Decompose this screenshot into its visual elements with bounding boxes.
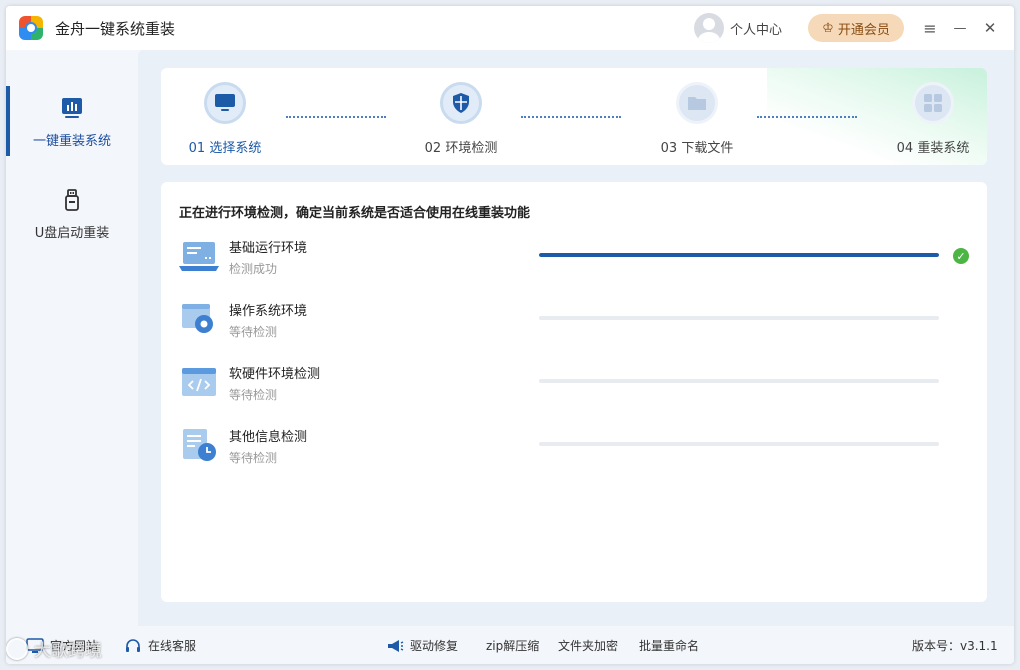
monitor-icon: [215, 94, 235, 111]
sidebar-item-usb-reinstall[interactable]: U盘启动重装: [6, 184, 138, 254]
window-gear-icon: [182, 304, 213, 333]
app-logo-icon: [19, 16, 43, 40]
folder-encrypt-label: 文件夹加密: [558, 639, 619, 653]
watermark-text: 大歌跨境: [34, 641, 102, 661]
zip-tool-link[interactable]: zip解压缩: [486, 637, 539, 654]
check-item-status: 等待检测: [229, 388, 278, 402]
minimize-icon[interactable]: —: [948, 16, 972, 40]
step-env-check: 02 环境检测: [411, 82, 511, 156]
check-title: 正在进行环境检测，确定当前系统是否适合使用在线重装功能: [179, 206, 531, 221]
check-item-status: 等待检测: [229, 451, 278, 465]
check-item-status: 等待检测: [229, 325, 278, 339]
check-item-name: 操作系统环境: [229, 304, 308, 319]
step-circle: [204, 82, 246, 124]
step-connector: [757, 116, 857, 118]
document-clock-icon: [183, 429, 216, 461]
laptop-icon: [179, 242, 219, 271]
driver-repair-label: 驱动修复: [410, 639, 459, 653]
check-item-name: 软硬件环境检测: [229, 367, 321, 382]
online-support-label: 在线客服: [148, 639, 197, 653]
watermark-logo-icon: [6, 637, 28, 660]
step-label: 02 环境检测: [424, 141, 498, 156]
step-connector: [286, 116, 386, 118]
code-window-icon: [182, 368, 216, 396]
shield-icon: [453, 93, 469, 113]
step-reinstall-system: 04 重装系统: [883, 82, 983, 156]
step-label: 04 重装系统: [896, 141, 970, 156]
check-item-name: 其他信息检测: [229, 430, 308, 445]
sidebar: 一键重装系统 U盘启动重装: [6, 50, 138, 664]
step-label: 01 选择系统: [188, 141, 262, 156]
step-select-system: 01 选择系统: [175, 82, 275, 156]
check-success-icon: ✓: [953, 248, 969, 264]
step-label: 03 下载文件: [660, 141, 734, 156]
windows-icon: [924, 94, 942, 112]
online-support-link[interactable]: 在线客服: [124, 637, 196, 654]
step-circle: [440, 82, 482, 124]
monitor-chart-icon: [62, 98, 82, 118]
step-circle: [912, 82, 954, 124]
check-item-name: 基础运行环境: [229, 241, 308, 256]
steps-progress: 01 选择系统 02 环境检测 03 下载文件 04 重装系统: [161, 68, 987, 165]
step-connector: [521, 116, 621, 118]
check-item-basic-env: 基础运行环境 检测成功 ✓: [179, 237, 979, 287]
watermark: 大歌跨境: [6, 636, 102, 661]
step-circle: [676, 82, 718, 124]
megaphone-icon: [388, 639, 404, 652]
footer-bar: 官方网站 在线客服 驱动修复 zip解压缩 文件夹加密 批量重命名 版本号：v3…: [6, 626, 1014, 664]
batch-rename-label: 批量重命名: [639, 639, 700, 653]
check-item-other-info: 其他信息检测 等待检测: [179, 426, 979, 476]
progress-bar: [539, 253, 939, 257]
close-icon[interactable]: ✕: [978, 16, 1002, 40]
menu-icon[interactable]: ≡: [918, 16, 942, 40]
crown-icon: ♔: [822, 20, 834, 36]
zip-tool-label: zip解压缩: [486, 639, 540, 653]
check-item-hardware-software: 软硬件环境检测 等待检测: [179, 363, 979, 413]
check-item-status: 检测成功: [229, 262, 278, 276]
progress-bar: [539, 316, 939, 320]
app-title: 金舟一键系统重装: [55, 20, 176, 38]
folder-encrypt-link[interactable]: 文件夹加密: [558, 637, 618, 654]
avatar[interactable]: [694, 13, 724, 43]
env-check-panel: 正在进行环境检测，确定当前系统是否适合使用在线重装功能 基础运行环境 检测成功 …: [161, 182, 987, 602]
step-download-files: 03 下载文件: [647, 82, 747, 156]
driver-repair-link[interactable]: 驱动修复: [386, 637, 458, 654]
user-center-link[interactable]: 个人中心: [730, 19, 782, 38]
progress-bar: [539, 379, 939, 383]
headset-icon: [126, 638, 140, 652]
version-label: 版本号：v3.1.1: [912, 639, 998, 653]
usb-drive-icon: [65, 189, 79, 211]
app-window: 金舟一键系统重装 个人中心 ♔ 开通会员 ≡ — ✕ 一键重装系统 U盘启动重装…: [6, 6, 1014, 664]
folder-icon: [688, 97, 706, 110]
sidebar-item-label: 一键重装系统: [32, 134, 111, 149]
check-item-os-env: 操作系统环境 等待检测: [179, 300, 979, 350]
title-bar: 金舟一键系统重装 个人中心 ♔ 开通会员 ≡ — ✕: [6, 6, 1014, 50]
progress-bar: [539, 442, 939, 446]
batch-rename-link[interactable]: 批量重命名: [639, 637, 699, 654]
progress-fill: [539, 253, 939, 257]
main-content: 01 选择系统 02 环境检测 03 下载文件 04 重装系统 正在进行环境检测…: [138, 50, 1014, 626]
vip-button[interactable]: ♔ 开通会员: [808, 14, 904, 42]
vip-button-label: 开通会员: [837, 22, 890, 38]
sidebar-item-one-click-reinstall[interactable]: 一键重装系统: [6, 86, 138, 162]
sidebar-item-label: U盘启动重装: [34, 226, 110, 241]
